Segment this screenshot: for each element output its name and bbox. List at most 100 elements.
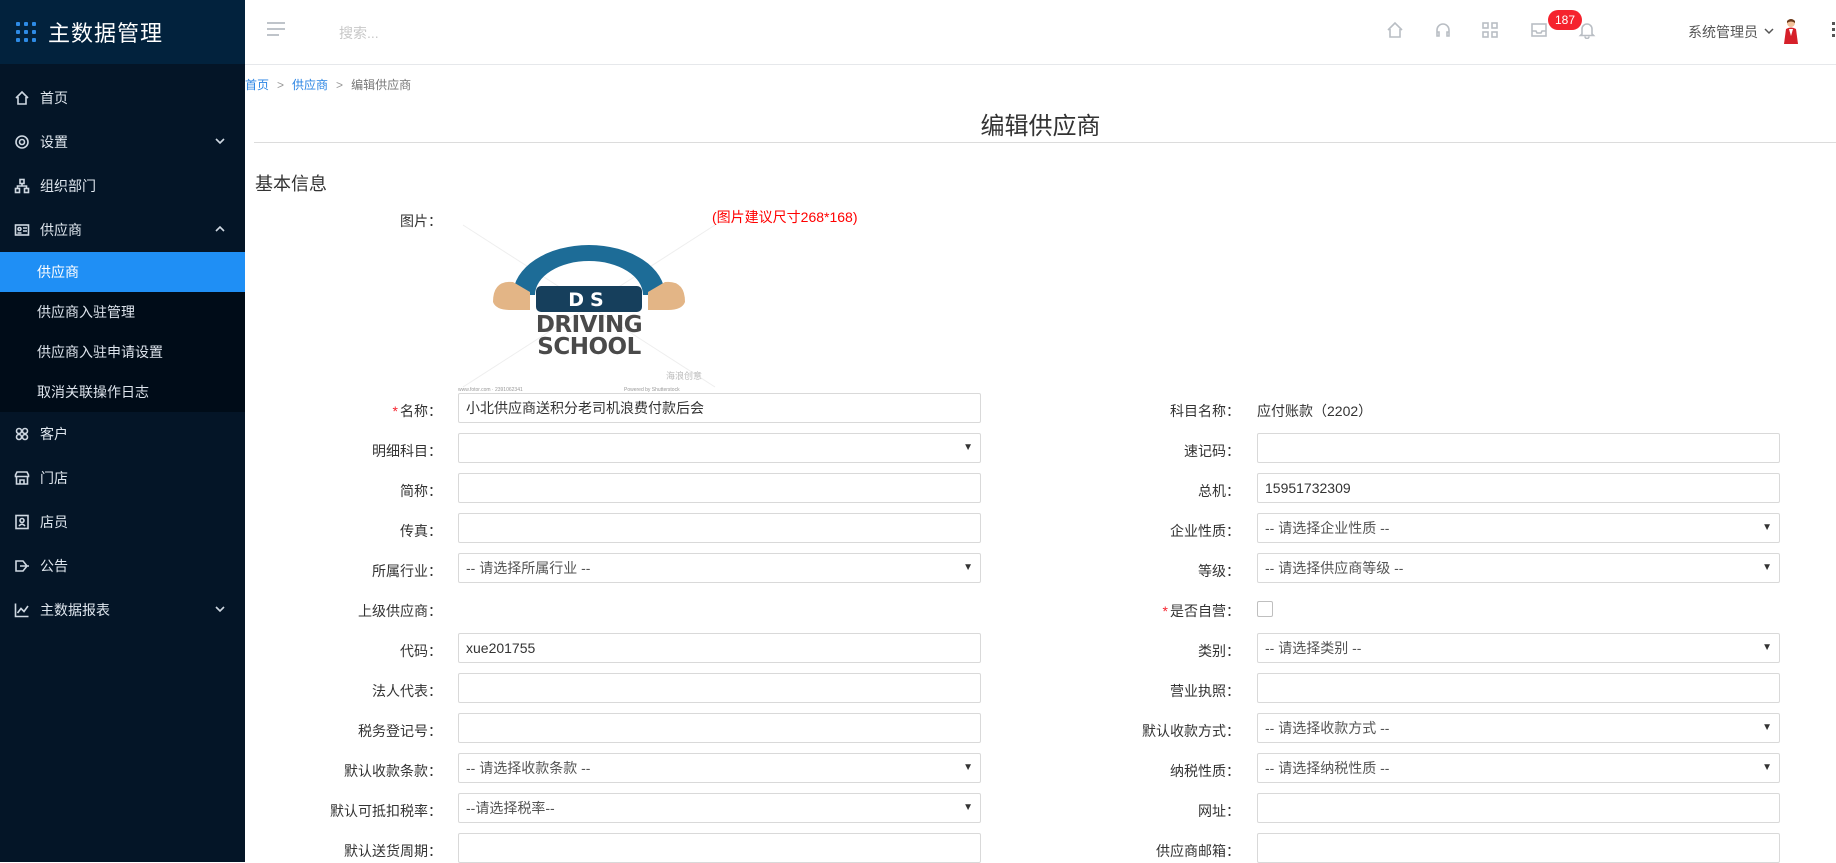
business-license-label: 营业执照： — [1170, 683, 1240, 699]
sidebar-item-label: 组织部门 — [40, 178, 96, 194]
supplier-image[interactable]: DS DRIVING SCHOOL www.fotor.com · 239106… — [458, 220, 720, 393]
short-name-label: 简称： — [400, 483, 442, 499]
legal-rep-input[interactable] — [458, 673, 981, 703]
supplier-email-input[interactable] — [1257, 833, 1780, 863]
sidebar-item-reports[interactable]: 主数据报表 — [0, 588, 245, 632]
caret-down-icon: ▼ — [963, 562, 973, 573]
tax-reg-input[interactable] — [458, 713, 981, 743]
org-chart-icon — [14, 178, 30, 194]
switchboard-input[interactable] — [1257, 473, 1780, 503]
breadcrumb: 首页 > 供应商 > 编辑供应商 — [245, 78, 412, 92]
detail-account-select[interactable]: ▼ — [458, 433, 981, 463]
delivery-cycle-input[interactable] — [458, 833, 981, 863]
name-label: * 名称： — [392, 403, 442, 419]
breadcrumb-supplier-link[interactable]: 供应商 — [292, 78, 328, 92]
code-input[interactable] — [458, 633, 981, 663]
bell-icon[interactable] — [1578, 21, 1596, 40]
sidebar-item-label: 店员 — [40, 514, 68, 530]
home-icon — [15, 90, 29, 105]
account-name-value: 应付账款（2202） — [1257, 403, 1373, 419]
chevron-up-icon — [215, 225, 225, 232]
short-name-input[interactable] — [458, 473, 981, 503]
logo-monogram: DS — [568, 289, 610, 311]
code-label: 代码： — [400, 643, 442, 659]
enterprise-type-label: 企业性质： — [1170, 523, 1240, 539]
supplier-submenu: 供应商 供应商入驻管理 供应商入驻申请设置 取消关联操作日志 — [0, 252, 245, 412]
announcement-icon — [15, 560, 29, 572]
name-input[interactable] — [458, 393, 981, 423]
tax-rate-select[interactable]: --请选择税率-- ▼ — [458, 793, 981, 823]
shorthand-code-input[interactable] — [1257, 433, 1780, 463]
tax-rate-label: 默认可抵扣税率： — [330, 803, 442, 819]
sidebar: 主数据管理 首页 设置 组织部门 供应商 供应商 供应商入驻管理 供应商入驻申请… — [0, 0, 245, 862]
submenu-item-unlink-log[interactable]: 取消关联操作日志 — [0, 372, 245, 412]
inbox-icon[interactable] — [1530, 21, 1548, 39]
sidebar-item-settings[interactable]: 设置 — [0, 120, 245, 164]
self-operated-label: * 是否自营： — [1162, 603, 1240, 619]
required-asterisk: * — [1162, 603, 1168, 619]
page-title: 编辑供应商 — [980, 113, 1101, 140]
industry-select[interactable]: -- 请选择所属行业 -- ▼ — [458, 553, 981, 583]
sidebar-item-supplier[interactable]: 供应商 — [0, 208, 245, 252]
apps-grid-icon[interactable] — [16, 22, 36, 42]
gear-icon — [15, 135, 29, 149]
more-vertical-icon[interactable] — [1832, 22, 1835, 38]
breadcrumb-home-link[interactable]: 首页 — [245, 78, 269, 92]
grid-apps-icon[interactable] — [1481, 21, 1499, 39]
submenu-item-supplier[interactable]: 供应商 — [0, 252, 245, 292]
topbar: 187 系统管理员 — [245, 0, 1836, 65]
line-chart-icon — [14, 603, 29, 618]
required-asterisk: * — [392, 403, 398, 419]
sidebar-item-label: 设置 — [40, 134, 68, 150]
industry-label: 所属行业： — [372, 563, 442, 579]
website-input[interactable] — [1257, 793, 1780, 823]
headset-icon[interactable] — [1434, 21, 1452, 39]
account-name-label: 科目名称： — [1170, 403, 1240, 419]
sidebar-item-home[interactable]: 首页 — [0, 76, 245, 120]
enterprise-type-select[interactable]: -- 请选择企业性质 -- ▼ — [1257, 513, 1780, 543]
user-name[interactable]: 系统管理员 — [1688, 22, 1758, 42]
payment-method-select[interactable]: -- 请选择收款方式 -- ▼ — [1257, 713, 1780, 743]
sidebar-item-customer[interactable]: 客户 — [0, 412, 245, 456]
business-license-input[interactable] — [1257, 673, 1780, 703]
supplier-email-label: 供应商邮箱： — [1156, 843, 1240, 859]
shorthand-code-label: 速记码： — [1184, 443, 1240, 459]
self-operated-checkbox[interactable] — [1257, 601, 1273, 617]
submenu-item-supplier-onboarding[interactable]: 供应商入驻管理 — [0, 292, 245, 332]
tax-nature-select[interactable]: -- 请选择纳税性质 -- ▼ — [1257, 753, 1780, 783]
legal-rep-label: 法人代表： — [372, 683, 442, 699]
section-title: 基本信息 — [255, 174, 327, 194]
sidebar-item-store[interactable]: 门店 — [0, 456, 245, 500]
chevron-down-icon — [215, 138, 225, 145]
grade-select[interactable]: -- 请选择供应商等级 -- ▼ — [1257, 553, 1780, 583]
image-label: 图片： — [400, 213, 442, 229]
category-select[interactable]: -- 请选择类别 -- ▼ — [1257, 633, 1780, 663]
caret-down-icon: ▼ — [1762, 562, 1772, 573]
home-icon[interactable] — [1386, 21, 1404, 39]
sidebar-item-label: 公告 — [40, 558, 68, 574]
sidebar-item-label: 供应商 — [40, 222, 82, 238]
payment-terms-label: 默认收款条款： — [344, 763, 442, 779]
caret-down-icon: ▼ — [1762, 522, 1772, 533]
logo-line-school: SCHOOL — [537, 334, 641, 360]
caret-down-icon: ▼ — [963, 802, 973, 813]
sidebar-item-org[interactable]: 组织部门 — [0, 164, 245, 208]
clerk-badge-icon — [15, 514, 29, 530]
caret-down-icon: ▼ — [1762, 722, 1772, 733]
chevron-down-icon[interactable] — [1764, 26, 1774, 36]
payment-terms-select[interactable]: -- 请选择收款条款 -- ▼ — [458, 753, 981, 783]
watermark-stamp: 海浪创意 — [666, 371, 703, 381]
sidebar-item-label: 客户 — [40, 426, 68, 442]
submenu-item-onboarding-settings[interactable]: 供应商入驻申请设置 — [0, 332, 245, 372]
avatar[interactable] — [1782, 18, 1800, 44]
chevron-down-icon — [215, 606, 225, 613]
menu-toggle-icon[interactable] — [267, 22, 285, 36]
customer-icon — [15, 427, 29, 441]
search-input[interactable] — [337, 22, 641, 44]
fax-input[interactable] — [458, 513, 981, 543]
sidebar-item-notice[interactable]: 公告 — [0, 544, 245, 588]
website-label: 网址： — [1198, 803, 1240, 819]
id-card-icon — [14, 224, 30, 236]
sidebar-item-clerk[interactable]: 店员 — [0, 500, 245, 544]
notification-count-badge: 187 — [1548, 10, 1583, 30]
